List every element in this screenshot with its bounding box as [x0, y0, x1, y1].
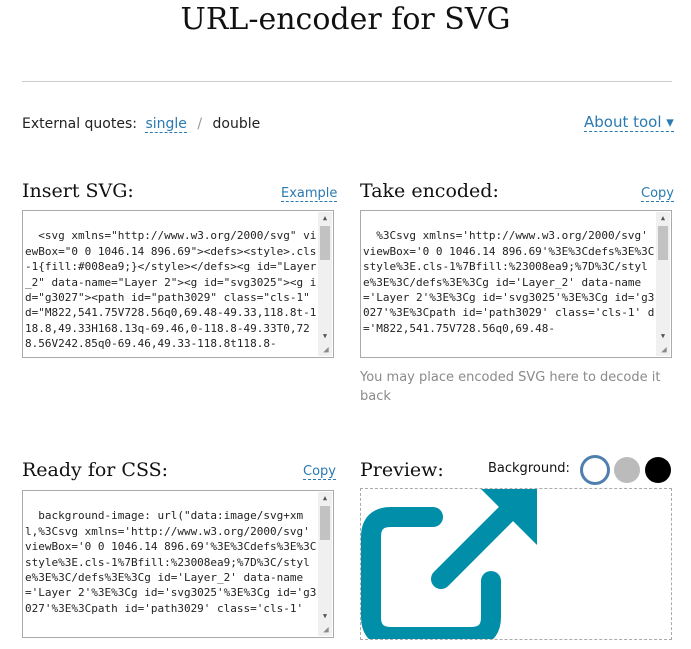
background-label: Background: [488, 461, 570, 476]
decode-hint: You may place encoded SVG here to decode… [360, 370, 661, 404]
take-encoded-heading: Take encoded: [360, 180, 499, 202]
insert-svg-textarea[interactable]: <svg xmlns="http://www.w3.org/2000/svg" … [22, 210, 334, 358]
scroll-down-arrow-icon[interactable]: ▼ [318, 610, 332, 622]
resize-grip-icon[interactable]: ◢ [320, 344, 332, 356]
encoded-content: %3Csvg xmlns='http://www.w3.org/2000/svg… [363, 229, 655, 335]
insert-svg-heading: Insert SVG: [22, 180, 134, 202]
divider [22, 81, 672, 82]
quotes-single-option[interactable]: single [145, 116, 187, 133]
example-link[interactable]: Example [281, 186, 338, 202]
background-silver-swatch[interactable] [614, 457, 640, 483]
ready-for-css-heading: Ready for CSS: [22, 459, 169, 481]
external-link-icon [361, 489, 537, 639]
quotes-double-option[interactable]: double [213, 116, 261, 132]
css-textarea[interactable]: background-image: url("data:image/svg+xm… [22, 490, 334, 638]
css-content: background-image: url("data:image/svg+xm… [25, 509, 317, 615]
scroll-down-arrow-icon[interactable]: ▼ [656, 330, 670, 342]
copy-encoded-link[interactable]: Copy [641, 186, 674, 202]
insert-svg-scrollbar[interactable]: ▲ ▼ [318, 212, 332, 356]
about-tool-toggle[interactable]: About tool ▾ [584, 113, 674, 132]
svg-preview-area [360, 488, 672, 640]
preview-heading: Preview: [360, 459, 444, 481]
scroll-thumb[interactable] [658, 226, 668, 260]
external-quotes-setting: External quotes: single / double [22, 116, 261, 133]
background-black-swatch[interactable] [645, 457, 671, 483]
scroll-thumb[interactable] [320, 506, 330, 540]
background-white-swatch[interactable] [580, 455, 610, 485]
resize-grip-icon[interactable]: ◢ [320, 624, 332, 636]
scroll-thumb[interactable] [320, 226, 330, 260]
scroll-down-arrow-icon[interactable]: ▼ [318, 330, 332, 342]
copy-css-link[interactable]: Copy [303, 464, 336, 480]
scroll-up-arrow-icon[interactable]: ▲ [656, 212, 670, 224]
encoded-textarea[interactable]: %3Csvg xmlns='http://www.w3.org/2000/svg… [360, 210, 672, 358]
encoded-scrollbar[interactable]: ▲ ▼ [656, 212, 670, 356]
css-scrollbar[interactable]: ▲ ▼ [318, 492, 332, 636]
scroll-up-arrow-icon[interactable]: ▲ [318, 492, 332, 504]
resize-grip-icon[interactable]: ◢ [658, 344, 670, 356]
page-title: URL-encoder for SVG [180, 2, 511, 37]
insert-svg-content: <svg xmlns="http://www.w3.org/2000/svg" … [25, 229, 317, 351]
external-quotes-label: External quotes: [22, 116, 137, 132]
scroll-up-arrow-icon[interactable]: ▲ [318, 212, 332, 224]
quotes-separator: / [197, 116, 203, 132]
